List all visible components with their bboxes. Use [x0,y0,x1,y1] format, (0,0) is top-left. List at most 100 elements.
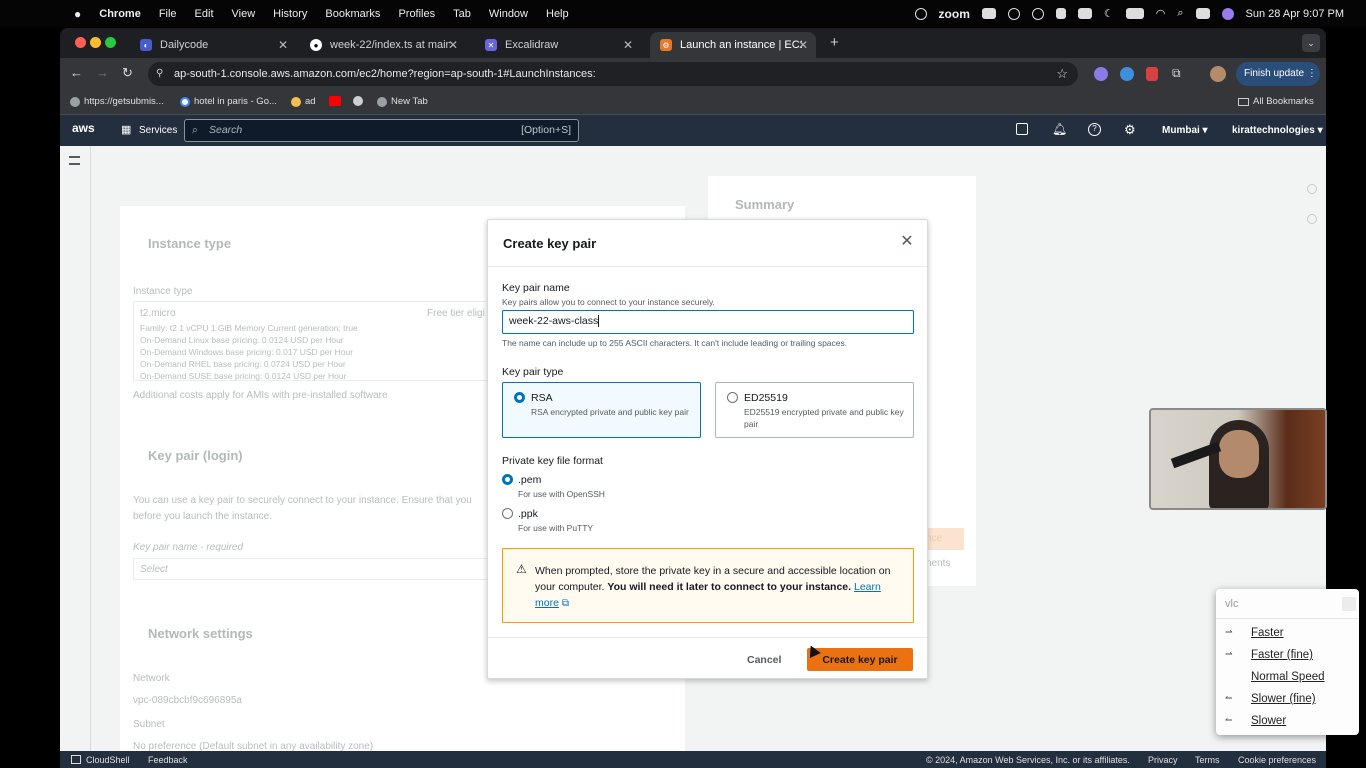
create-key-pair-button[interactable]: Create key pair [807,648,913,671]
bookmark-github[interactable] [353,96,367,106]
close-icon[interactable]: ✕ [899,234,915,250]
settings-gear-icon[interactable]: ⚙ [1124,122,1136,138]
menu-icon[interactable] [1007,7,1020,20]
learn-more-link-2[interactable]: more [535,597,559,609]
tab-search-icon[interactable]: ⌄ [1302,34,1320,52]
cloudshell-footer-icon[interactable] [71,755,81,764]
tab-excalidraw[interactable]: ✕ Excalidraw ✕ [475,32,641,58]
siri-icon[interactable] [1221,7,1234,20]
extension-2-icon[interactable] [1120,67,1134,81]
cancel-button[interactable]: Cancel [747,650,781,670]
zoom-status[interactable]: zoom [939,7,970,21]
vlc-faster[interactable]: Faster [1251,627,1284,639]
bookmark-youtube[interactable] [329,96,345,106]
search-icon[interactable]: ⌕ [1177,7,1183,20]
webcam-overlay[interactable] [1149,408,1327,510]
cloud-icon[interactable] [981,8,996,19]
forward-icon[interactable]: → [96,65,109,80]
pem-option-label[interactable]: .pem [518,474,541,486]
close-tab-icon[interactable]: ✕ [623,38,633,52]
aws-logo[interactable]: aws [72,121,95,135]
bookmark-hotel-paris[interactable]: hotel in paris - Go... [180,96,277,107]
cloudshell-link[interactable]: CloudShell [86,755,130,765]
help-icon[interactable]: ? [1088,123,1101,136]
tab-ec2-launch[interactable]: ⚙ Launch an instance | EC2 | ap ✕ [650,32,816,58]
menu-bookmarks[interactable]: Bookmarks [325,8,380,20]
info-circle-icon[interactable] [1307,184,1317,194]
bookmark-star-icon[interactable]: ☆ [1056,62,1068,86]
extension-icon[interactable] [1031,7,1044,20]
extension-1-icon[interactable] [1094,67,1108,81]
close-window-button[interactable] [75,37,86,48]
menu-window[interactable]: Window [489,8,528,20]
menubar-clock[interactable]: Sun 28 Apr 9:07 PM [1246,8,1344,20]
privacy-link[interactable]: Privacy [1148,755,1178,765]
bookmark-ad[interactable]: ad [291,96,316,107]
vlc-slower-fine[interactable]: Slower (fine) [1251,693,1316,705]
tab-dailycode[interactable]: ◐ Dailycode ✕ [130,32,296,58]
address-bar[interactable]: ⚲ ap-south-1.console.aws.amazon.com/ec2/… [148,62,1078,86]
site-info-icon[interactable]: ⚲ [156,62,163,86]
key-pair-select[interactable] [133,558,493,580]
back-icon[interactable]: ← [70,65,83,80]
pem-radio[interactable] [502,474,513,485]
menu-tab[interactable]: Tab [453,8,471,20]
vlc-search-input[interactable]: vlc [1216,589,1359,619]
services-menu[interactable]: Services [139,125,177,136]
menu-view[interactable]: View [232,8,256,20]
terms-link[interactable]: Terms [1195,755,1220,765]
battery-icon[interactable] [1125,8,1144,19]
control-center-icon[interactable] [1195,8,1210,19]
all-bookmarks[interactable]: All Bookmarks [1238,96,1314,107]
wifi-icon[interactable]: ◠ [1156,7,1166,20]
region-selector[interactable]: Mumbai ▾ [1162,125,1208,136]
moon-icon[interactable]: ☾ [1104,7,1114,20]
account-menu[interactable]: kirattechnologies ▾ [1232,125,1323,136]
ed25519-radio[interactable] [727,392,738,403]
clear-search-icon[interactable] [1342,597,1356,611]
new-tab-icon[interactable]: + [830,34,839,51]
tab-github[interactable]: ● week-22/index.ts at main · 1( ✕ [300,32,466,58]
rsa-radio[interactable] [514,392,525,403]
ppk-option-label[interactable]: .ppk [518,508,538,520]
aws-search-input[interactable]: ⌕ Search [Option+S] [184,119,579,142]
menu-app-name[interactable]: Chrome [99,8,141,20]
extensions-puzzle-icon[interactable]: ⧉ [1172,66,1181,81]
finish-update-button[interactable]: Finish update ⋮ [1236,62,1320,86]
menu-history[interactable]: History [273,8,307,20]
reload-icon[interactable]: ↻ [122,65,133,81]
cloudshell-icon[interactable] [1016,123,1028,135]
menu-edit[interactable]: Edit [195,8,214,20]
bookmark-getsubmis[interactable]: https://getsubmis... [70,96,164,107]
vlc-slower[interactable]: Slower [1251,715,1286,727]
close-tab-icon[interactable]: ✕ [448,38,458,52]
sync-icon[interactable] [914,7,927,20]
menu-file[interactable]: File [159,8,177,20]
profile-avatar[interactable] [1210,66,1226,82]
summary-link[interactable]: nents [926,558,950,569]
vlc-faster-fine[interactable]: Faster (fine) [1251,649,1313,661]
ppk-radio[interactable] [502,508,513,519]
minimize-window-button[interactable] [90,37,101,48]
external-link-icon[interactable]: ⧉ [562,598,569,609]
app-icon[interactable] [1055,8,1066,19]
extension-3-icon[interactable] [1146,67,1158,81]
keyboard-icon[interactable] [1077,8,1092,19]
menu-help[interactable]: Help [546,8,569,20]
learn-more-link[interactable]: Learn [854,581,881,593]
close-tab-icon[interactable]: ✕ [278,38,288,52]
apple-icon[interactable]: ● [74,7,81,21]
bookmark-new-tab[interactable]: New Tab [377,96,428,107]
rsa-option-tile[interactable]: RSA RSA encrypted private and public key… [502,382,701,438]
services-grid-icon[interactable]: ▦ [121,123,131,136]
ed25519-option-tile[interactable]: ED25519 ED25519 encrypted private and pu… [715,382,914,438]
menu-profiles[interactable]: Profiles [398,8,435,20]
close-tab-icon[interactable]: ✕ [798,38,808,52]
feedback-link[interactable]: Feedback [148,755,188,765]
notifications-bell-icon[interactable]: 🔔︎ [1052,122,1067,136]
key-pair-name-input[interactable]: week-22-aws-class [502,310,914,334]
cookie-preferences-link[interactable]: Cookie preferences [1238,755,1316,765]
vlc-normal-speed[interactable]: Normal Speed [1251,671,1325,683]
side-menu-icon[interactable] [69,156,80,165]
history-circle-icon[interactable] [1307,214,1317,224]
